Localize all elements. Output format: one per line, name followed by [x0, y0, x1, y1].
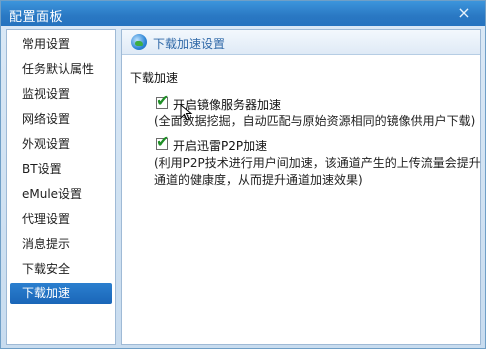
group-title: 下载加速 — [130, 71, 179, 85]
mouse-cursor-icon — [180, 104, 193, 121]
p2p-acceleration-description-line-2: 通道的健康度，从而提升通道加速效果) — [154, 173, 363, 187]
title-bar[interactable]: 配置面板 × — [1, 1, 485, 26]
sidebar-item-task-defaults[interactable]: 任务默认属性 — [10, 59, 112, 80]
globe-icon — [131, 34, 147, 50]
section-title: 下载加速设置 — [153, 37, 226, 51]
p2p-acceleration-checkbox[interactable]: ✔ — [156, 134, 169, 150]
sidebar-item-download-acceleration[interactable]: 下载加速 — [10, 283, 112, 304]
sidebar-item-emule[interactable]: eMule设置 — [10, 184, 112, 205]
settings-content: 下载加速设置 下载加速 ✔ 开启镜像服务器加速 (全面数据挖掘，自动匹配与原始资… — [121, 29, 481, 345]
sidebar-item-download-security[interactable]: 下载安全 — [10, 259, 112, 280]
sidebar-item-general[interactable]: 常用设置 — [10, 34, 112, 55]
settings-sidebar: 常用设置 任务默认属性 监视设置 网络设置 外观设置 BT设置 eMule设置 … — [6, 29, 116, 345]
close-button[interactable]: × — [451, 4, 477, 22]
checkmark-icon: ✔ — [156, 132, 170, 151]
section-header: 下载加速设置 — [122, 30, 480, 55]
config-panel-window: 配置面板 × 常用设置 任务默认属性 监视设置 网络设置 外观设置 BT设置 e… — [0, 0, 486, 349]
sidebar-item-network[interactable]: 网络设置 — [10, 109, 112, 130]
checkmark-icon: ✔ — [156, 91, 170, 110]
p2p-acceleration-description-line-1: (利用P2P技术进行用户间加速，该通道产生的上传流量会提升 — [154, 156, 481, 170]
mirror-acceleration-checkbox[interactable]: ✔ — [156, 93, 169, 109]
sidebar-item-bt[interactable]: BT设置 — [10, 159, 112, 180]
sidebar-item-monitor[interactable]: 监视设置 — [10, 84, 112, 105]
sidebar-item-appearance[interactable]: 外观设置 — [10, 134, 112, 155]
p2p-acceleration-label[interactable]: 开启迅雷P2P加速 — [173, 137, 267, 154]
sidebar-item-proxy[interactable]: 代理设置 — [10, 209, 112, 230]
sidebar-item-notifications[interactable]: 消息提示 — [10, 234, 112, 255]
mirror-acceleration-description: (全面数据挖掘，自动匹配与原始资源相同的镜像供用户下载) — [154, 114, 476, 128]
window-title: 配置面板 — [9, 10, 64, 25]
